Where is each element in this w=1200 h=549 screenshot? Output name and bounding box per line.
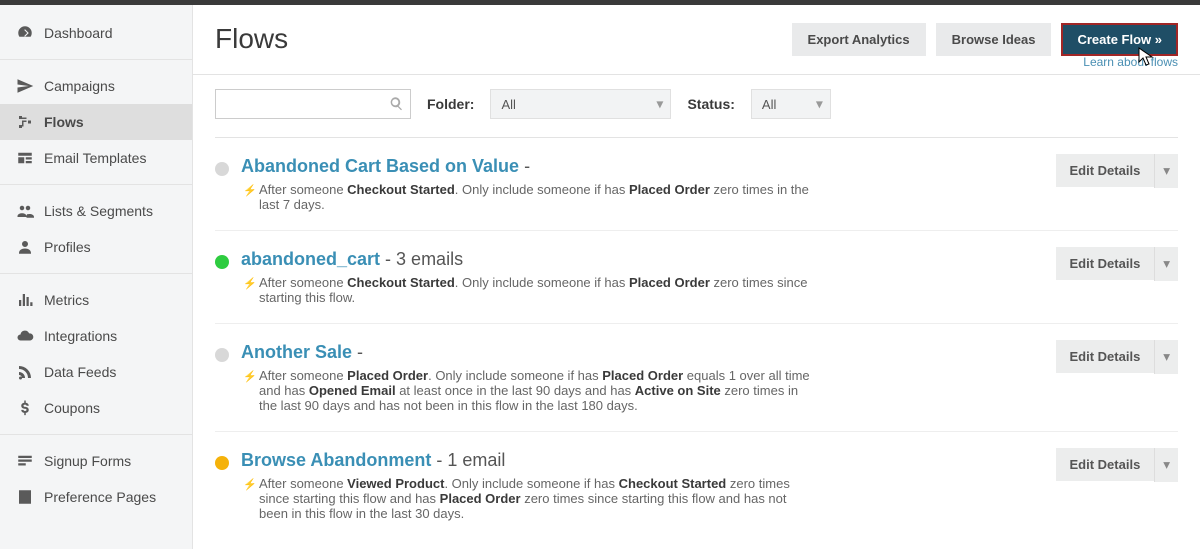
filter-bar: Folder: All ▾ Status: All ▾ — [193, 75, 1200, 137]
flow-description: ⚡After someone Checkout Started. Only in… — [259, 275, 819, 305]
flow-description: ⚡After someone Viewed Product. Only incl… — [259, 476, 819, 521]
chevron-down-icon: ▾ — [816, 96, 823, 113]
page-title: Flows — [215, 23, 288, 55]
chevron-down-icon: ▾ — [656, 96, 663, 113]
edit-dropdown-button[interactable]: ▾ — [1154, 340, 1178, 374]
flow-name-link[interactable]: Abandoned Cart Based on Value — [241, 156, 519, 176]
create-flow-button[interactable]: Create Flow » — [1061, 23, 1178, 56]
flow-row: Another Sale - ⚡After someone Placed Ord… — [215, 324, 1178, 432]
edit-details-button[interactable]: Edit Details — [1056, 154, 1155, 187]
sidebar-item-lists[interactable]: Lists & Segments — [0, 193, 192, 229]
sidebar-label: Metrics — [44, 292, 89, 308]
sidebar-item-integrations[interactable]: Integrations — [0, 318, 192, 354]
flows-list: Abandoned Cart Based on Value - ⚡After s… — [193, 138, 1200, 539]
bolt-icon: ⚡ — [243, 184, 257, 197]
sidebar-item-flows[interactable]: Flows — [0, 104, 192, 140]
sidebar-label: Data Feeds — [44, 364, 116, 380]
flow-description: ⚡After someone Checkout Started. Only in… — [259, 182, 819, 212]
sidebar-label: Lists & Segments — [44, 203, 153, 219]
users-icon — [16, 202, 34, 220]
sidebar-item-profiles[interactable]: Profiles — [0, 229, 192, 265]
sidebar-label: Signup Forms — [44, 453, 131, 469]
bar-chart-icon — [16, 291, 34, 309]
sidebar-item-preference-pages[interactable]: Preference Pages — [0, 479, 192, 515]
edit-details-button[interactable]: Edit Details — [1056, 247, 1155, 280]
flow-suffix: - — [519, 156, 530, 176]
flow-description: ⚡After someone Placed Order. Only includ… — [259, 368, 819, 413]
main-content: Flows Export Analytics Browse Ideas Crea… — [193, 5, 1200, 549]
form-icon — [16, 452, 34, 470]
edit-details-button[interactable]: Edit Details — [1056, 340, 1155, 373]
export-analytics-button[interactable]: Export Analytics — [792, 23, 926, 56]
sidebar-item-templates[interactable]: Email Templates — [0, 140, 192, 176]
flow-name-link[interactable]: Another Sale — [241, 342, 352, 362]
status-dot — [215, 255, 229, 269]
template-icon — [16, 149, 34, 167]
flow-name-link[interactable]: Browse Abandonment — [241, 450, 431, 470]
bolt-icon: ⚡ — [243, 277, 257, 290]
sidebar-label: Flows — [44, 114, 84, 130]
sidebar-item-coupons[interactable]: Coupons — [0, 390, 192, 426]
flow-icon — [16, 113, 34, 131]
flow-suffix: - — [352, 342, 363, 362]
edit-dropdown-button[interactable]: ▾ — [1154, 154, 1178, 188]
flow-suffix: - 3 emails — [380, 249, 463, 269]
edit-dropdown-button[interactable]: ▾ — [1154, 247, 1178, 281]
bolt-icon: ⚡ — [243, 370, 257, 383]
browse-ideas-button[interactable]: Browse Ideas — [936, 23, 1052, 56]
cloud-icon — [16, 327, 34, 345]
status-dot — [215, 456, 229, 470]
sidebar-item-campaigns[interactable]: Campaigns — [0, 68, 192, 104]
sidebar-item-dashboard[interactable]: Dashboard — [0, 15, 192, 51]
sidebar-label: Coupons — [44, 400, 100, 416]
folder-select[interactable]: All — [490, 89, 671, 119]
flow-row: abandoned_cart - 3 emails ⚡After someone … — [215, 231, 1178, 324]
sidebar-label: Integrations — [44, 328, 117, 344]
user-icon — [16, 238, 34, 256]
rss-icon — [16, 363, 34, 381]
sidebar-label: Preference Pages — [44, 489, 156, 505]
search-input[interactable] — [215, 89, 411, 119]
sidebar-item-signup-forms[interactable]: Signup Forms — [0, 443, 192, 479]
edit-details-button[interactable]: Edit Details — [1056, 448, 1155, 481]
search-icon — [389, 96, 404, 114]
flow-row: Abandoned Cart Based on Value - ⚡After s… — [215, 138, 1178, 231]
bolt-icon: ⚡ — [243, 478, 257, 491]
folder-label: Folder: — [427, 96, 474, 112]
sidebar-item-metrics[interactable]: Metrics — [0, 282, 192, 318]
learn-about-flows-link[interactable]: Learn about flows — [1083, 55, 1178, 69]
sidebar-label: Profiles — [44, 239, 91, 255]
sidebar: Dashboard Campaigns Flows Email Template… — [0, 5, 193, 549]
page-icon — [16, 488, 34, 506]
dollar-icon — [16, 399, 34, 417]
status-dot — [215, 162, 229, 176]
sidebar-label: Campaigns — [44, 78, 115, 94]
paper-plane-icon — [16, 77, 34, 95]
sidebar-label: Email Templates — [44, 150, 146, 166]
status-label: Status: — [687, 96, 734, 112]
flow-row: Browse Abandonment - 1 email ⚡After someo… — [215, 432, 1178, 539]
gauge-icon — [16, 24, 34, 42]
sidebar-label: Dashboard — [44, 25, 113, 41]
status-dot — [215, 348, 229, 362]
sidebar-item-data-feeds[interactable]: Data Feeds — [0, 354, 192, 390]
edit-dropdown-button[interactable]: ▾ — [1154, 448, 1178, 482]
flow-name-link[interactable]: abandoned_cart — [241, 249, 380, 269]
flow-suffix: - 1 email — [431, 450, 505, 470]
